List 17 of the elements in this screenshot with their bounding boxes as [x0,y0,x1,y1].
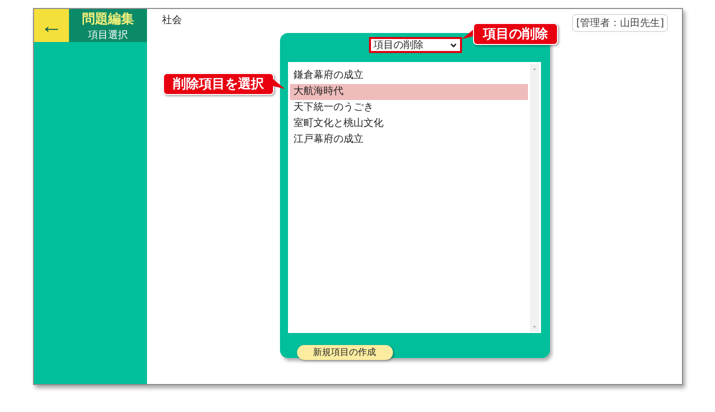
page-subtitle: 項目選択 [88,28,128,42]
scrollbar[interactable] [530,64,538,332]
callout-pointer-icon [273,77,285,91]
list-item[interactable]: 江戸幕府の成立 [290,132,528,148]
list-item[interactable]: 室町文化と桃山文化 [290,116,528,132]
caret-icon [450,42,456,48]
list-item[interactable]: 大航海時代 [290,84,528,100]
back-button[interactable]: ← [34,9,69,42]
list-item[interactable]: 鎌倉幕府の成立 [290,68,528,84]
subject-label: 社会 [162,14,182,27]
callout-label: 項目の削除 [473,23,558,45]
create-item-button[interactable]: 新規項目の作成 [296,345,392,360]
callout-label: 削除項目を選択 [163,73,274,95]
page-title: 問題編集 [82,10,134,28]
mode-dropdown[interactable]: 項目の削除 [368,37,462,53]
admin-badge: [管理者：山田先生] [572,14,668,32]
list-item[interactable]: 天下統一のうごき [290,100,528,116]
